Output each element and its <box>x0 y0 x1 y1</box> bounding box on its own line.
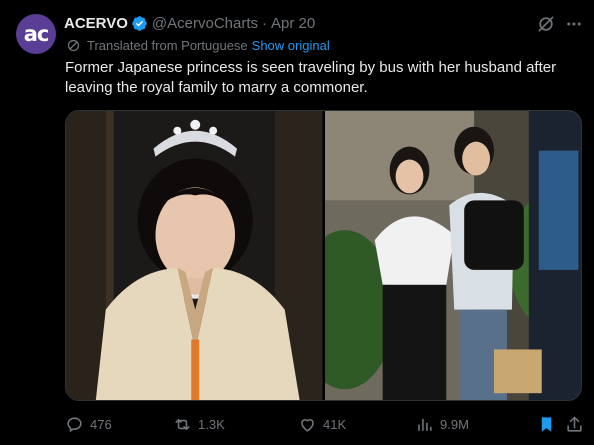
avatar-logo-text: ac <box>23 22 50 46</box>
media-photo-2[interactable] <box>324 111 581 400</box>
bookmark-button[interactable] <box>537 412 556 436</box>
like-button[interactable]: 41K <box>298 412 346 436</box>
view-count: 9.9M <box>440 416 469 432</box>
author-avatar[interactable]: ac <box>16 14 56 54</box>
separator-dot: · <box>262 14 267 32</box>
views-button[interactable]: 9.9M <box>415 412 469 436</box>
views-chart-icon <box>418 418 432 431</box>
translation-notice: Translated from Portuguese Show original <box>66 37 330 54</box>
bookmark-icon <box>541 416 552 432</box>
tweet-card[interactable]: ac ACERVO @AcervoCharts · Apr 20 Transla… <box>0 0 594 445</box>
author-handle[interactable]: @AcervoCharts <box>152 15 258 32</box>
translate-icon <box>67 39 80 52</box>
tweet-date[interactable]: Apr 20 <box>271 15 315 32</box>
translation-label: Translated from Portuguese <box>87 38 248 53</box>
tweet-text: Former Japanese princess is seen traveli… <box>65 59 557 96</box>
heart-icon <box>301 418 314 432</box>
reply-count: 476 <box>90 416 112 432</box>
tweet-header: ACERVO @AcervoCharts · Apr 20 <box>64 13 315 33</box>
retweet-count: 1.3K <box>198 416 225 432</box>
more-options-icon[interactable] <box>564 14 584 34</box>
reply-icon <box>67 416 82 432</box>
media-photo-1[interactable] <box>66 111 323 400</box>
verified-badge-icon <box>132 15 147 31</box>
like-count: 41K <box>323 416 347 432</box>
action-bar: 476 1.3K 41K 9.9M <box>65 412 585 436</box>
media-grid <box>65 110 582 401</box>
retweet-button[interactable]: 1.3K <box>173 412 225 436</box>
author-name[interactable]: ACERVO <box>64 15 128 32</box>
grok-icon[interactable] <box>536 14 556 34</box>
retweet-icon <box>175 418 190 430</box>
photo-couple-street <box>324 111 581 400</box>
share-icon <box>567 416 582 432</box>
reply-button[interactable]: 476 <box>65 412 112 436</box>
photo-portrait-tiara <box>66 111 323 400</box>
show-original-link[interactable]: Show original <box>252 38 330 53</box>
share-button[interactable] <box>565 412 584 436</box>
